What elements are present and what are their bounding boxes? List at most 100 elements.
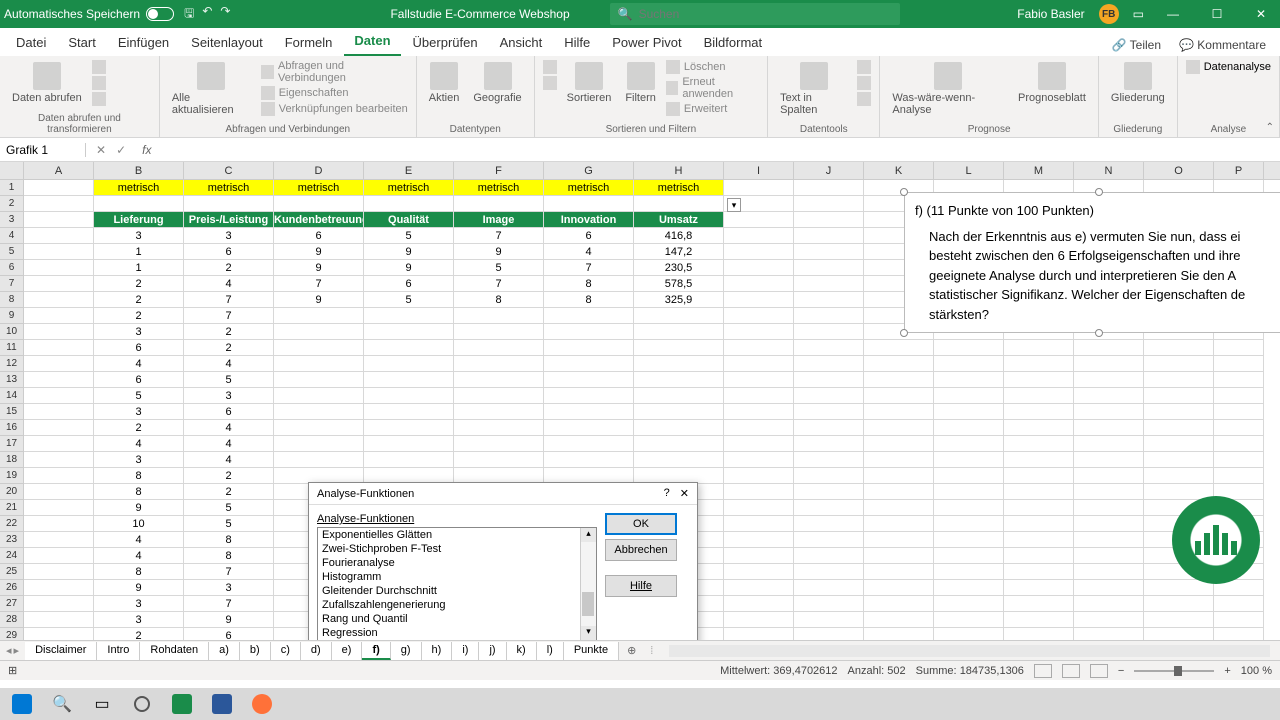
- cell[interactable]: 9: [184, 612, 274, 628]
- data-analysis-button[interactable]: Datenanalyse: [1186, 60, 1271, 74]
- tab-daten[interactable]: Daten: [344, 27, 400, 56]
- col-header[interactable]: M: [1004, 162, 1074, 179]
- cell[interactable]: [724, 180, 794, 196]
- row-header[interactable]: 5: [0, 244, 24, 260]
- cell[interactable]: [794, 484, 864, 500]
- row-header[interactable]: 20: [0, 484, 24, 500]
- filter-dropdown-icon[interactable]: ▾: [727, 198, 741, 212]
- cell[interactable]: [634, 340, 724, 356]
- tab-datei[interactable]: Datei: [6, 29, 56, 56]
- cell[interactable]: [1214, 612, 1264, 628]
- cell[interactable]: [454, 340, 544, 356]
- cell[interactable]: 325,9: [634, 292, 724, 308]
- cell[interactable]: [794, 260, 864, 276]
- sheet-tab[interactable]: e): [332, 642, 363, 660]
- cell[interactable]: [24, 532, 94, 548]
- links-item[interactable]: Verknüpfungen bearbeiten: [261, 102, 408, 116]
- cell[interactable]: [864, 500, 934, 516]
- cell[interactable]: [1004, 484, 1074, 500]
- tab-einfügen[interactable]: Einfügen: [108, 29, 179, 56]
- cell[interactable]: [724, 500, 794, 516]
- cell[interactable]: [934, 580, 1004, 596]
- cell[interactable]: [1214, 436, 1264, 452]
- cell[interactable]: [1074, 436, 1144, 452]
- cell[interactable]: [1004, 628, 1074, 640]
- comments-button[interactable]: 💬 Kommentare: [1171, 34, 1274, 56]
- cell[interactable]: [1074, 484, 1144, 500]
- queries-item[interactable]: Abfragen und Verbindungen: [261, 60, 408, 84]
- cell[interactable]: [1074, 580, 1144, 596]
- cell[interactable]: [724, 516, 794, 532]
- cell[interactable]: [934, 420, 1004, 436]
- col-header[interactable]: H: [634, 162, 724, 179]
- cell[interactable]: [24, 308, 94, 324]
- cell[interactable]: metrisch: [454, 180, 544, 196]
- search-input[interactable]: [639, 7, 892, 21]
- cell[interactable]: [1004, 612, 1074, 628]
- start-button[interactable]: [4, 690, 40, 718]
- cell[interactable]: [24, 628, 94, 640]
- cell[interactable]: [24, 372, 94, 388]
- cell[interactable]: [864, 452, 934, 468]
- row-header[interactable]: 23: [0, 532, 24, 548]
- cell[interactable]: [724, 484, 794, 500]
- cell[interactable]: [1144, 596, 1214, 612]
- cell[interactable]: [934, 532, 1004, 548]
- row-header[interactable]: 16: [0, 420, 24, 436]
- cell[interactable]: 4: [184, 356, 274, 372]
- cell[interactable]: [1074, 596, 1144, 612]
- row-header[interactable]: 15: [0, 404, 24, 420]
- cell[interactable]: [794, 596, 864, 612]
- cell[interactable]: [724, 308, 794, 324]
- cell[interactable]: [864, 564, 934, 580]
- cell[interactable]: 2: [94, 420, 184, 436]
- scroll-up-icon[interactable]: ▴: [580, 528, 596, 542]
- cell[interactable]: [934, 340, 1004, 356]
- cell[interactable]: 4: [94, 548, 184, 564]
- geography-button[interactable]: Geografie: [469, 60, 525, 106]
- cell[interactable]: [24, 612, 94, 628]
- cell[interactable]: [1004, 532, 1074, 548]
- cell[interactable]: [1004, 356, 1074, 372]
- cell[interactable]: 3: [94, 452, 184, 468]
- cell[interactable]: [634, 420, 724, 436]
- cell[interactable]: [864, 596, 934, 612]
- cell[interactable]: [24, 388, 94, 404]
- taskview-icon[interactable]: ▭: [84, 690, 120, 718]
- cell[interactable]: [1214, 340, 1264, 356]
- cell[interactable]: [794, 564, 864, 580]
- cell[interactable]: metrisch: [184, 180, 274, 196]
- cell[interactable]: 9: [364, 260, 454, 276]
- cell[interactable]: 6: [364, 276, 454, 292]
- cell[interactable]: [934, 564, 1004, 580]
- row-header[interactable]: 24: [0, 548, 24, 564]
- cell[interactable]: [274, 388, 364, 404]
- outline-button[interactable]: Gliederung: [1107, 60, 1169, 106]
- cell[interactable]: [274, 372, 364, 388]
- row-header[interactable]: 4: [0, 228, 24, 244]
- cell[interactable]: [794, 612, 864, 628]
- cell[interactable]: [794, 196, 864, 212]
- cell[interactable]: [24, 516, 94, 532]
- cell[interactable]: [1144, 356, 1214, 372]
- cell[interactable]: [864, 420, 934, 436]
- cell[interactable]: [794, 452, 864, 468]
- row-header[interactable]: 18: [0, 452, 24, 468]
- cell[interactable]: Qualität: [364, 212, 454, 228]
- sort-button[interactable]: Sortieren: [563, 60, 616, 106]
- sheet-tab[interactable]: Rohdaten: [140, 642, 209, 660]
- row-header[interactable]: 21: [0, 500, 24, 516]
- cell[interactable]: [1074, 612, 1144, 628]
- cell[interactable]: [454, 388, 544, 404]
- autosave-toggle[interactable]: Automatisches Speichern: [4, 7, 174, 21]
- maximize-button[interactable]: ☐: [1202, 7, 1232, 21]
- cancel-formula-icon[interactable]: ✕: [96, 143, 106, 157]
- tab-ansicht[interactable]: Ansicht: [490, 29, 553, 56]
- col-header[interactable]: C: [184, 162, 274, 179]
- cell[interactable]: [794, 292, 864, 308]
- row-header[interactable]: 26: [0, 580, 24, 596]
- cell[interactable]: [724, 212, 794, 228]
- sheet-tab[interactable]: h): [422, 642, 453, 660]
- tab-seitenlayout[interactable]: Seitenlayout: [181, 29, 273, 56]
- cell[interactable]: 2: [94, 276, 184, 292]
